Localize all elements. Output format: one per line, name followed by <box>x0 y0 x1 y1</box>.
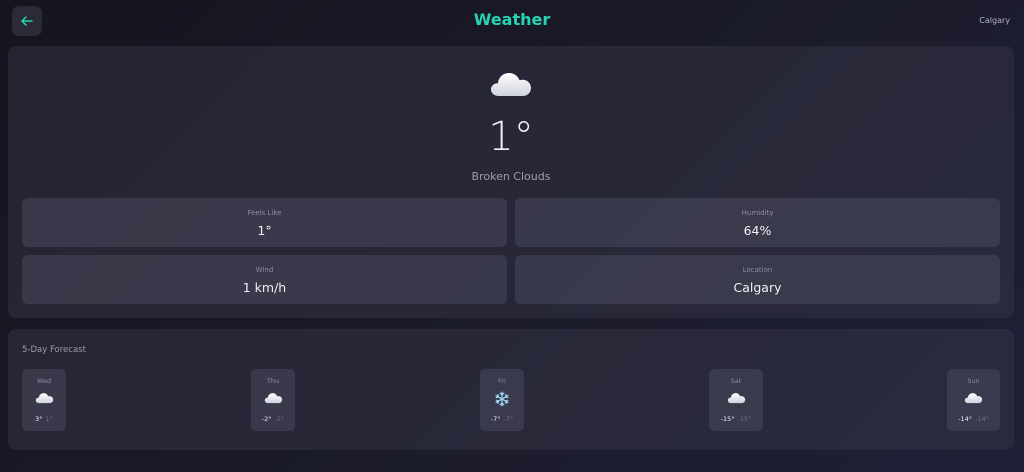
current-weather-card: 1° Broken Clouds Feels Like 1° Humidity … <box>8 46 1014 318</box>
cloud-icon <box>22 391 66 404</box>
cloud-icon <box>947 391 1000 404</box>
stat-value: Calgary <box>733 280 782 295</box>
app-header: Weather Calgary <box>0 0 1024 44</box>
current-temperature: 1° <box>488 114 534 160</box>
stat-value: 1 km/h <box>242 280 287 295</box>
cloud-icon <box>8 68 1014 104</box>
weather-condition: Broken Clouds <box>471 170 551 183</box>
forecast-day: Thu -2° -2° <box>251 369 295 431</box>
cloud-icon <box>251 391 295 404</box>
current-city-label: Calgary <box>979 16 1010 25</box>
stat-label: Location <box>742 266 773 274</box>
forecast-low: -7° <box>503 415 514 423</box>
forecast-low: -14° <box>975 415 989 423</box>
forecast-temps: -15° -15° <box>709 415 763 423</box>
forecast-temps: -14° -14° <box>947 415 1000 423</box>
forecast-low: -2° <box>274 415 285 423</box>
wind-stat: Wind 1 km/h <box>22 255 507 304</box>
forecast-day: Fri -7° -7° <box>480 369 524 431</box>
forecast-card: 5-Day Forecast Wed 3°1° Thu -2°-2° Fri <box>8 329 1014 450</box>
humidity-stat: Humidity 64% <box>515 198 1000 247</box>
forecast-high: -2° <box>261 415 272 423</box>
stat-label: Wind <box>255 266 274 274</box>
forecast-low: -15° <box>737 415 752 423</box>
location-stat: Location Calgary <box>515 255 1000 304</box>
forecast-high: -7° <box>490 415 501 423</box>
forecast-low: 1° <box>45 415 53 423</box>
forecast-day-name: Thu <box>266 377 280 385</box>
forecast-high: -14° <box>958 415 972 423</box>
snowflake-icon <box>480 391 524 407</box>
forecast-title: 5-Day Forecast <box>22 345 86 355</box>
forecast-day: Wed 3° 1° <box>22 369 66 431</box>
cloud-icon <box>709 391 763 404</box>
forecast-day-name: Wed <box>36 377 52 385</box>
stat-label: Humidity <box>741 209 774 217</box>
stat-value: 1° <box>257 223 272 238</box>
forecast-day-name: Sat <box>730 377 742 385</box>
forecast-high: 3° <box>35 415 43 423</box>
page-title: Weather <box>473 10 551 29</box>
stat-label: Feels Like <box>247 209 282 217</box>
forecast-day: Sat -15° -15° <box>709 369 763 431</box>
forecast-temps: -7° -7° <box>480 415 524 423</box>
forecast-day-name: Fri <box>498 377 506 385</box>
stat-value: 64% <box>743 223 772 238</box>
feels-like-stat: Feels Like 1° <box>22 198 507 247</box>
forecast-day: Sun -14° -14° <box>947 369 1000 431</box>
forecast-day-name: Sun <box>967 377 980 385</box>
forecast-temps: -2° -2° <box>251 415 295 423</box>
forecast-high: -15° <box>720 415 735 423</box>
forecast-temps: 3° 1° <box>22 415 66 423</box>
